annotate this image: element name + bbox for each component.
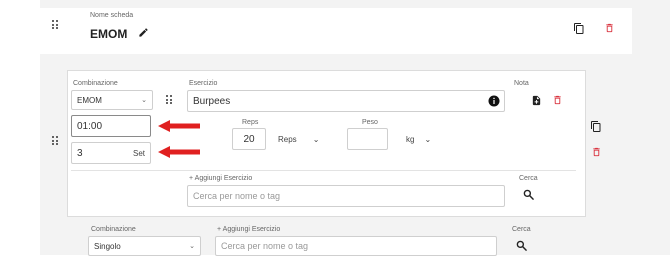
exercise-drag-handle-icon[interactable] [166,95,172,104]
sets-unit: Set [132,148,145,158]
chevron-down-icon: ⌄ [141,97,147,104]
add-exercise-search-input[interactable]: Cerca per nome o tag [187,185,505,207]
annotation-arrow-icon [158,146,200,158]
chevron-down-icon: ⌄ [424,135,432,144]
reps-unit-value: Reps [278,135,297,144]
reps-unit-select[interactable]: Reps ⌄ [278,135,319,144]
drag-handle-icon[interactable] [52,20,58,29]
reps-input-value: 20 [243,133,255,145]
sheet-name-label: Nome scheda [90,12,134,19]
note-label: Nota [514,80,529,87]
copy-block-icon[interactable] [590,120,602,133]
weight-input[interactable] [347,128,388,150]
time-input-value: 01:00 [77,120,103,132]
search-label: Cerca [512,226,531,233]
add-exercise-label: + Aggiungi Esercizio [189,175,253,182]
sets-input-value: 3 [77,147,83,159]
annotation-arrow-icon [158,120,200,132]
sets-input[interactable]: 3 Set [71,142,151,164]
search-placeholder: Cerca per nome o tag [221,241,309,251]
search-icon[interactable] [516,240,527,251]
search-icon[interactable] [523,189,534,200]
info-icon[interactable] [488,95,500,107]
add-exercise-search-input[interactable]: Cerca per nome o tag [215,236,497,256]
weight-unit-select[interactable]: kg ⌄ [406,135,431,144]
chevron-down-icon: ⌄ [312,135,320,144]
copy-icon[interactable] [573,22,585,35]
time-input[interactable]: 01:00 [71,115,151,137]
weight-unit-value: kg [406,135,415,144]
edit-pencil-icon[interactable] [138,27,149,38]
exercise-label: Esercizio [189,80,218,87]
weight-label: Peso [362,119,378,126]
combination-select[interactable]: EMOM ⌄ [71,90,153,110]
sheet-title: EMOM [90,27,128,41]
chevron-down-icon: ⌄ [189,243,195,250]
combination-label: Combinazione [91,226,136,233]
exercise-input-value: Burpees [193,95,231,107]
search-placeholder: Cerca per nome o tag [193,191,281,201]
delete-exercise-icon[interactable] [552,94,563,106]
reps-input[interactable]: 20 [232,128,266,150]
divider [71,170,576,171]
combination-label: Combinazione [73,80,118,87]
delete-sheet-icon[interactable] [604,22,615,34]
add-note-icon[interactable] [531,94,542,107]
combination-select-value: Singolo [94,241,121,251]
delete-block-icon[interactable] [591,146,602,158]
search-label: Cerca [519,175,538,182]
add-exercise-label: + Aggiungi Esercizio [217,226,281,233]
exercise-input[interactable]: Burpees [187,90,505,112]
combination-select[interactable]: Singolo ⌄ [88,236,201,256]
block-drag-handle-icon[interactable] [52,136,58,145]
reps-label: Reps [242,119,259,126]
combination-select-value: EMOM [77,95,102,105]
